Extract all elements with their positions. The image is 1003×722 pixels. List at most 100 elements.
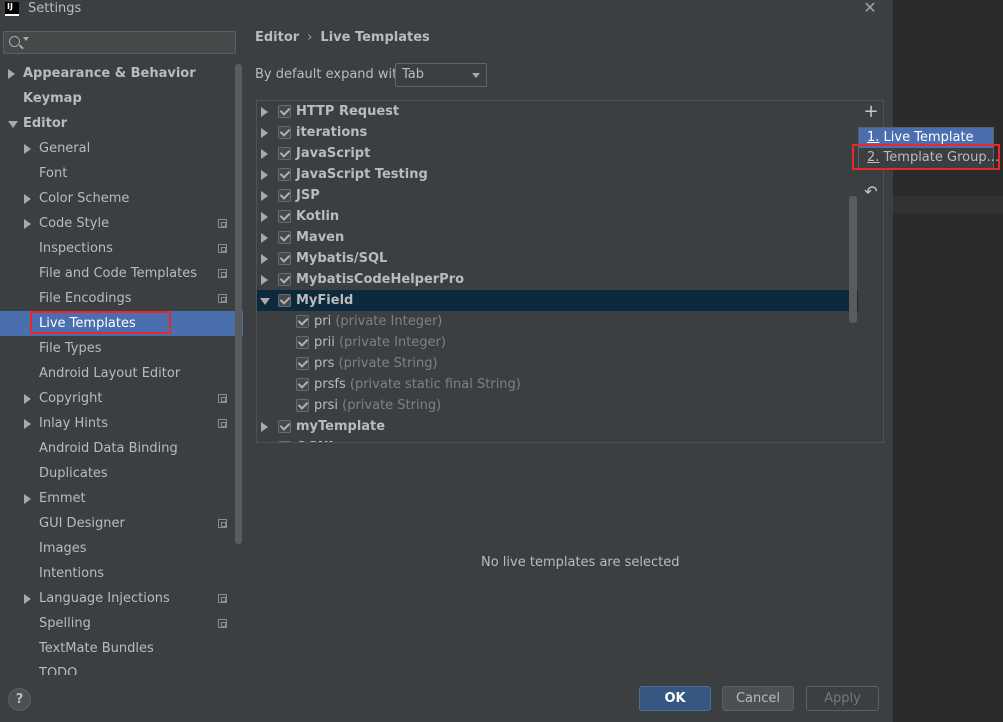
template-row[interactable]: prii (private Integer) — [257, 332, 858, 353]
group-checkbox[interactable] — [278, 420, 291, 433]
template-group-row[interactable]: HTTP Request — [257, 101, 858, 122]
sidebar-item[interactable]: Intentions — [0, 561, 243, 586]
sidebar-item[interactable]: Android Data Binding — [0, 436, 243, 461]
sidebar-item[interactable]: GUI Designer — [0, 511, 243, 536]
chevron-right-icon[interactable] — [24, 594, 31, 604]
group-checkbox[interactable] — [278, 252, 291, 265]
template-row[interactable]: prsi (private String) — [257, 395, 858, 416]
sidebar-item[interactable]: Code Style — [0, 211, 243, 236]
group-checkbox[interactable] — [278, 294, 291, 307]
group-checkbox[interactable] — [278, 147, 291, 160]
template-group-row[interactable]: JavaScript — [257, 143, 858, 164]
chevron-right-icon[interactable] — [261, 254, 268, 264]
sidebar-item[interactable]: Keymap — [0, 86, 243, 111]
template-group-row[interactable]: MyField — [257, 290, 858, 311]
tree-scrollbar[interactable] — [849, 196, 857, 323]
sidebar-item[interactable]: File Encodings — [0, 286, 243, 311]
template-checkbox[interactable] — [296, 357, 309, 370]
chevron-right-icon[interactable] — [24, 494, 31, 504]
group-checkbox[interactable] — [278, 231, 291, 244]
template-group-row[interactable]: JavaScript Testing — [257, 164, 858, 185]
settings-search-input[interactable] — [3, 31, 236, 54]
template-row[interactable]: prsfs (private static final String) — [257, 374, 858, 395]
group-checkbox[interactable] — [278, 126, 291, 139]
chevron-right-icon[interactable] — [261, 212, 268, 222]
template-description: (private String) — [338, 356, 438, 371]
ok-button[interactable]: OK — [639, 686, 711, 711]
sidebar-item[interactable]: Language Injections — [0, 586, 243, 611]
template-group-row[interactable]: Kotlin — [257, 206, 858, 227]
chevron-right-icon[interactable] — [261, 233, 268, 243]
sidebar-item[interactable]: TextMate Bundles — [0, 636, 243, 661]
add-icon[interactable]: + — [862, 103, 880, 121]
group-checkbox[interactable] — [278, 273, 291, 286]
settings-dialog: IJ Settings ✕ Appearance & Behavior Keyma… — [0, 0, 893, 722]
chevron-right-icon[interactable] — [261, 149, 268, 159]
template-description: (private Integer) — [335, 314, 443, 329]
template-checkbox[interactable] — [296, 336, 309, 349]
sidebar-item[interactable]: Copyright — [0, 386, 243, 411]
sidebar-item[interactable]: Font — [0, 161, 243, 186]
sidebar-scrollbar[interactable] — [235, 64, 242, 544]
chevron-right-icon[interactable] — [24, 394, 31, 404]
sidebar-item[interactable]: Duplicates — [0, 461, 243, 486]
sidebar-item[interactable]: File and Code Templates — [0, 261, 243, 286]
chevron-right-icon[interactable] — [261, 191, 268, 201]
group-checkbox[interactable] — [278, 168, 291, 181]
template-group-row[interactable]: JSP — [257, 185, 858, 206]
chevron-right-icon[interactable] — [24, 419, 31, 429]
help-button[interactable]: ? — [8, 688, 31, 711]
apply-button[interactable]: Apply — [806, 686, 879, 711]
chevron-down-icon[interactable] — [8, 121, 18, 128]
template-group-row[interactable]: OGNL — [257, 437, 858, 442]
template-row[interactable]: pri (private Integer) — [257, 311, 858, 332]
chevron-right-icon[interactable] — [261, 107, 268, 117]
group-checkbox[interactable] — [278, 441, 291, 442]
expand-with-select[interactable]: Tab — [395, 63, 487, 87]
add-template-group-menu-item[interactable]: 2. Template Group... — [859, 148, 999, 168]
sidebar-item[interactable]: File Types — [0, 336, 243, 361]
chevron-right-icon[interactable] — [8, 69, 15, 79]
sidebar-item[interactable]: Emmet — [0, 486, 243, 511]
sidebar-item[interactable]: Color Scheme — [0, 186, 243, 211]
search-icon — [9, 36, 20, 47]
chevron-right-icon[interactable] — [24, 144, 31, 154]
cancel-button[interactable]: Cancel — [722, 686, 794, 711]
template-group-row[interactable]: Maven — [257, 227, 858, 248]
chevron-right-icon[interactable] — [261, 275, 268, 285]
template-group-row[interactable]: MybatisCodeHelperPro — [257, 269, 858, 290]
chevron-right-icon[interactable] — [261, 170, 268, 180]
group-checkbox[interactable] — [278, 210, 291, 223]
chevron-right-icon[interactable] — [261, 128, 268, 138]
chevron-right-icon[interactable] — [261, 422, 268, 432]
sidebar-item[interactable]: Editor — [0, 111, 243, 136]
template-checkbox[interactable] — [296, 378, 309, 391]
add-live-template-menu-item[interactable]: 1. Live Template — [859, 128, 993, 148]
breadcrumb: Editor › Live Templates — [255, 30, 430, 45]
search-history-caret-icon[interactable] — [23, 37, 29, 41]
template-group-row[interactable]: Mybatis/SQL — [257, 248, 858, 269]
sidebar-item[interactable]: Android Layout Editor — [0, 361, 243, 386]
sidebar-item[interactable]: Spelling — [0, 611, 243, 636]
restore-defaults-icon[interactable]: ↶ — [862, 183, 880, 201]
sidebar-item-label: Copyright — [39, 391, 103, 406]
close-icon[interactable]: ✕ — [862, 0, 878, 16]
sidebar-item[interactable]: Inspections — [0, 236, 243, 261]
template-row[interactable]: prs (private String) — [257, 353, 858, 374]
template-checkbox[interactable] — [296, 399, 309, 412]
chevron-right-icon[interactable] — [24, 194, 31, 204]
group-checkbox[interactable] — [278, 105, 291, 118]
sidebar-item[interactable]: TODO — [0, 661, 243, 676]
project-settings-icon — [218, 269, 227, 278]
sidebar-item[interactable]: General — [0, 136, 243, 161]
sidebar-item[interactable]: Images — [0, 536, 243, 561]
sidebar-item[interactable]: Appearance & Behavior — [0, 61, 243, 86]
template-checkbox[interactable] — [296, 315, 309, 328]
sidebar-item[interactable]: Inlay Hints — [0, 411, 243, 436]
sidebar-item[interactable]: Live Templates — [0, 311, 243, 336]
chevron-down-icon[interactable] — [260, 298, 270, 305]
template-group-row[interactable]: iterations — [257, 122, 858, 143]
group-checkbox[interactable] — [278, 189, 291, 202]
template-group-row[interactable]: myTemplate — [257, 416, 858, 437]
chevron-right-icon[interactable] — [24, 219, 31, 229]
